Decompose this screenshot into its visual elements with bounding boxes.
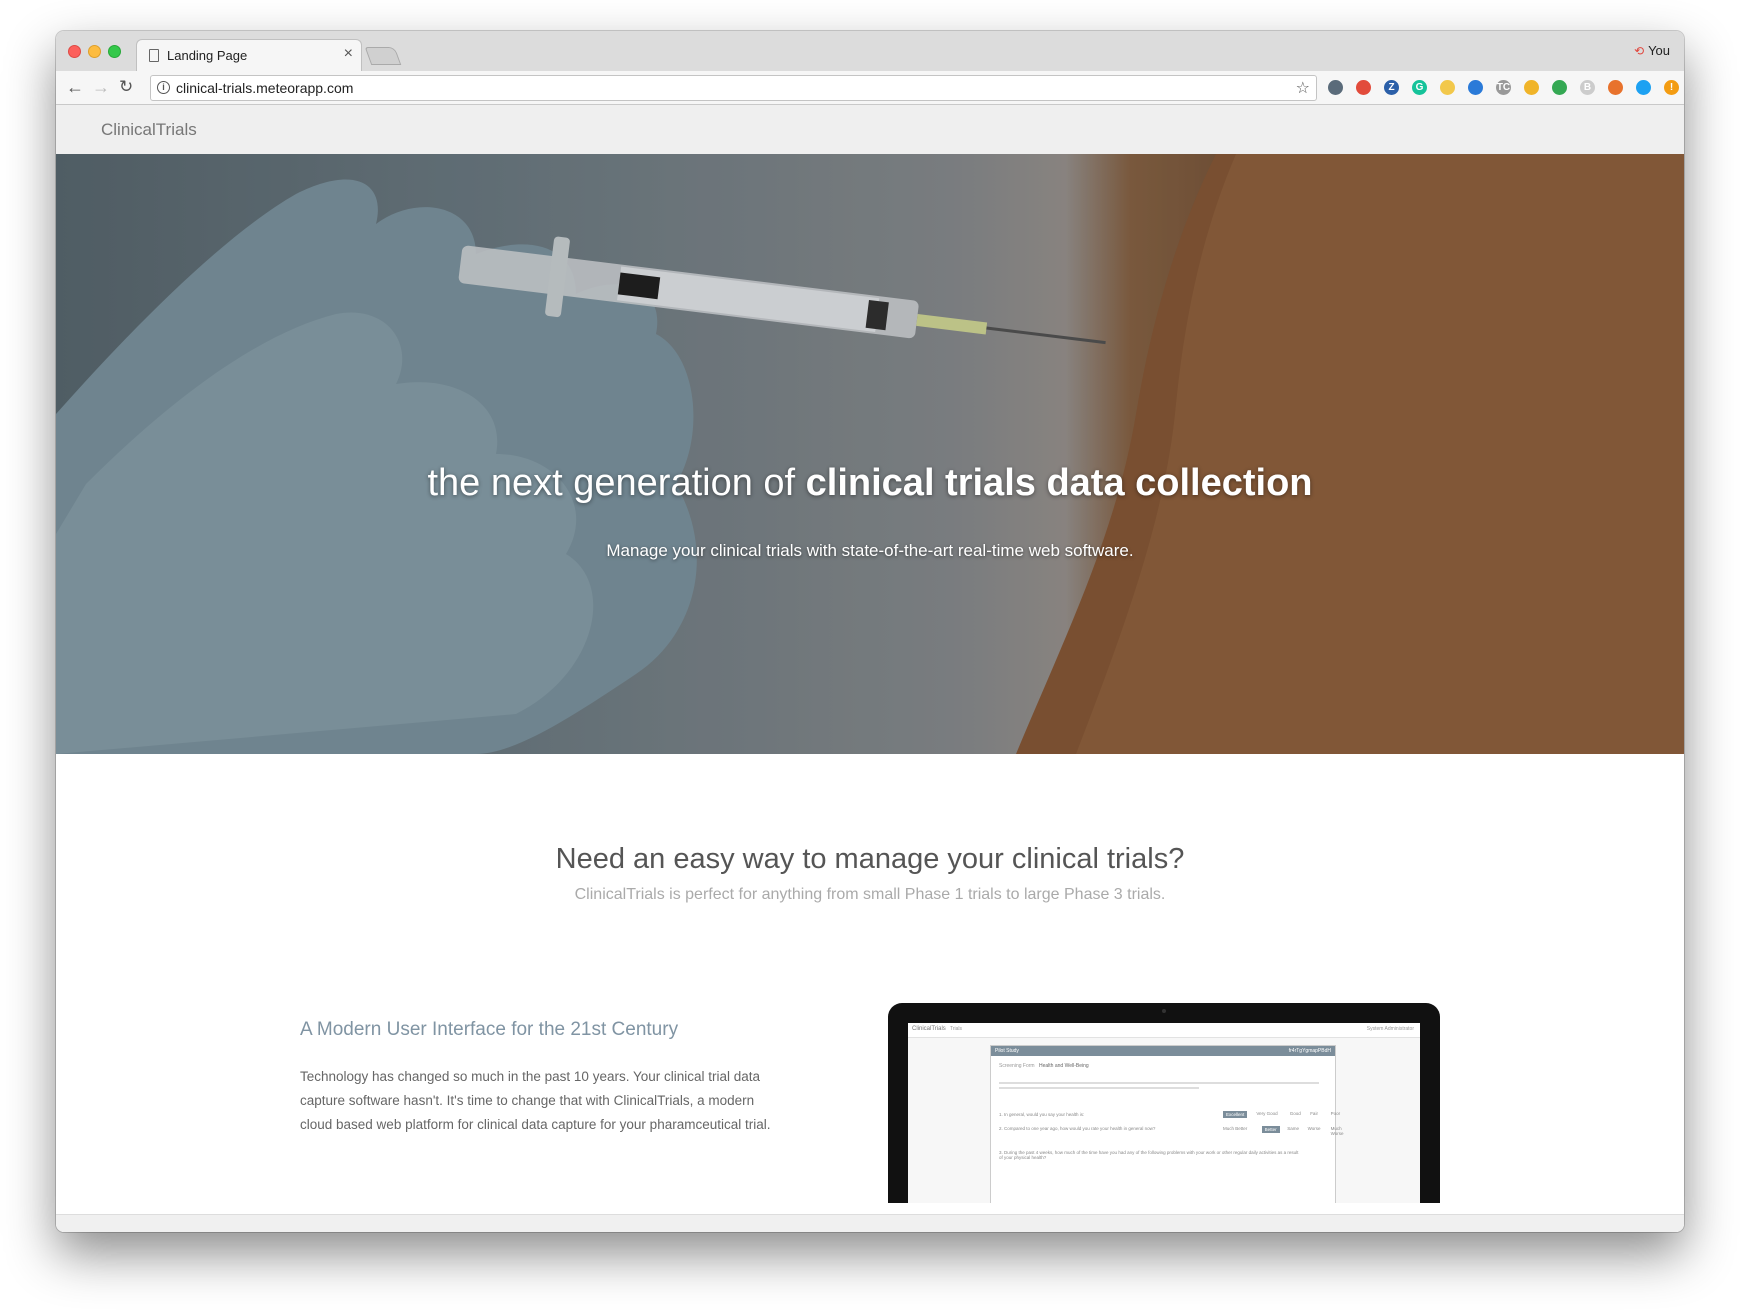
preview-option: Same [1287,1126,1299,1131]
web-page: ClinicalTrials the next generation of cl… [56,105,1684,1232]
reload-button[interactable]: ↻ [119,76,133,98]
tab-title: Landing Page [167,48,248,63]
preview-card-id: fr4rTgYgmapPBdH [1288,1048,1331,1054]
warning-icon[interactable]: ! [1664,80,1679,95]
bookmark-star-icon[interactable]: ☆ [1296,78,1310,98]
tab-landing-page[interactable]: Landing Page × [136,39,362,71]
app-preview-screen: ClinicalTrials Trials System Administrat… [908,1023,1420,1203]
laptop-camera [1162,1009,1166,1013]
globe-icon[interactable] [1468,80,1483,95]
profile-name: You [1648,43,1670,58]
preview-user: System Administrator [1366,1026,1414,1032]
minimize-window-button[interactable] [88,45,101,58]
laptop-screenshot: ClinicalTrials Trials System Administrat… [888,1003,1440,1203]
preview-text-line [999,1087,1199,1089]
zotero-icon[interactable]: Z [1384,80,1399,95]
preview-card: Pilot Study fr4rTgYgmapPBdH Screening Fo… [990,1045,1344,1203]
preview-brand: ClinicalTrials [912,1026,946,1032]
browser-toolbar: ← → ↻ i clinical-trials.meteorapp.com ☆ … [56,71,1684,105]
intro-subheading: ClinicalTrials is perfect for anything f… [574,886,1166,903]
preview-option: Poor [1330,1111,1341,1116]
feature-title: A Modern User Interface for the 21st Cen… [300,1019,679,1040]
preview-navbar: ClinicalTrials Trials System Administrat… [908,1023,1420,1038]
hero-subtitle: Manage your clinical trials with state-o… [606,541,1134,560]
hero-section: the next generation of clinical trials d… [56,154,1684,754]
browser-window: Landing Page × ⟲ You ← → ↻ i clinical-tri… [56,31,1684,1232]
cast-icon[interactable] [1328,80,1343,95]
window-bottom-edge [56,1214,1684,1232]
hero-title-light: the next generation of [427,462,806,504]
site-brand-link[interactable]: ClinicalTrials [101,120,197,140]
close-window-button[interactable] [68,45,81,58]
feature-body: Technology has changed so much in the pa… [300,1069,771,1132]
preview-option: Excellent [1223,1111,1248,1118]
tc-icon[interactable]: TC [1496,80,1511,95]
maximize-window-button[interactable] [108,45,121,58]
puzzle-icon[interactable] [1524,80,1539,95]
preview-option: Much Better [1223,1126,1248,1131]
preview-card-header: Pilot Study fr4rTgYgmapPBdH [991,1046,1335,1056]
intro-heading: Need an easy way to manage your clinical… [555,843,1185,875]
preview-card-title: Pilot Study [995,1048,1019,1054]
preview-option: Better [1261,1126,1280,1133]
preview-text-line [999,1082,1319,1084]
document-icon [149,49,159,62]
preview-option: Much Worse [1330,1126,1344,1136]
info-icon[interactable]: i [157,81,170,94]
url-text[interactable]: clinical-trials.meteorapp.com [176,80,353,96]
preview-question-2: 2. Compared to one year ago, how would y… [999,1126,1156,1131]
preview-tab-1: Screening Form [999,1063,1035,1069]
hero-overlay [56,154,1684,754]
fox-icon[interactable] [1608,80,1623,95]
preview-nav-item: Trials [950,1026,963,1032]
new-tab-button[interactable] [364,47,402,65]
back-button[interactable]: ← [66,76,84,98]
clock-icon[interactable] [1440,80,1455,95]
hero-title: the next generation of clinical trials d… [56,462,1684,505]
b-icon[interactable]: B [1580,80,1595,95]
forward-button[interactable]: → [92,76,110,98]
send-icon[interactable] [1636,80,1651,95]
opera-icon[interactable] [1356,80,1371,95]
preview-question-1: 1. In general, would you say your health… [999,1112,1085,1117]
profile-icon: ⟲ [1634,44,1645,58]
preview-question-3: 3. During the past 4 weeks, how much of … [999,1150,1299,1160]
hero-title-bold: clinical trials data collection [805,462,1313,504]
tab-bar: Landing Page × ⟲ You [56,31,1684,71]
address-bar[interactable]: i clinical-trials.meteorapp.com ☆ [150,75,1317,101]
grammarly-icon[interactable]: G [1412,80,1427,95]
site-navbar: ClinicalTrials [56,105,1684,154]
preview-option: Worse [1307,1126,1321,1131]
preview-tab-2: Health and Well-Being [1039,1063,1089,1069]
preview-option: Very Good [1256,1111,1278,1116]
preview-option: Good [1289,1111,1301,1116]
profile-button[interactable]: ⟲ You [1634,43,1670,58]
circle-green-icon[interactable] [1552,80,1567,95]
tab-close-button[interactable]: × [344,45,353,63]
preview-option: Fair [1310,1111,1318,1116]
